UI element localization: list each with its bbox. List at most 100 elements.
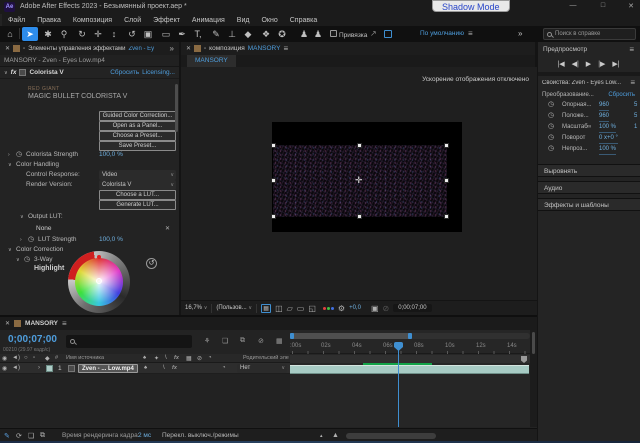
property-value-2[interactable]: 1 (634, 122, 640, 132)
menu-composition[interactable]: Композиция (67, 17, 118, 24)
snap-control[interactable]: Привязка (330, 30, 367, 39)
effects-presets-panel-header[interactable]: Эффекты и шаблоны (537, 198, 640, 211)
panel-close-icon[interactable]: ✕ (5, 45, 10, 52)
timeline-hscroll-thumb[interactable] (346, 433, 436, 439)
zoom-out-mountain-icon[interactable]: ▴ (320, 433, 323, 439)
region-of-interest-icon[interactable]: ▱ (287, 304, 293, 313)
show-snapshot-icon[interactable]: ⊘ (383, 304, 390, 313)
guides-icon[interactable]: ◱ (308, 304, 316, 313)
effect-licensing-link[interactable]: Licensing... (142, 69, 175, 76)
panel-lock-icon[interactable]: ▫ (23, 46, 25, 52)
workspace-overflow-icon[interactable]: » (518, 29, 522, 38)
parent-column-header[interactable]: Родительский элемент ... (243, 355, 289, 361)
grid-options-icon[interactable]: ▦ (261, 304, 271, 313)
selection-handle[interactable] (444, 143, 449, 148)
work-area-start-handle[interactable] (290, 333, 294, 339)
stopwatch-icon[interactable]: ◷ (16, 150, 22, 160)
property-value[interactable]: 0 x+0 ° (599, 133, 618, 144)
panel-close-icon[interactable]: ✕ (186, 45, 191, 52)
solo-column-icon[interactable]: ○ (24, 355, 28, 361)
render-version-dropdown[interactable]: Colorista V∨ (99, 180, 176, 190)
audio-panel-header[interactable]: Аудио (537, 181, 640, 194)
comp-marker-pendant-icon[interactable] (521, 356, 527, 363)
choose-preset-button[interactable]: Choose a Preset... (99, 131, 176, 141)
shy-switch-icon[interactable]: ♠ (143, 355, 146, 361)
orbit-tool-icon[interactable]: ↻ (74, 27, 90, 41)
menu-animation[interactable]: Анимация (186, 17, 231, 24)
source-name-column-header[interactable]: Имя источника (66, 355, 104, 361)
layer-shy-icon[interactable]: ♠ (144, 365, 147, 371)
status-pen-icon[interactable]: ✎ (4, 432, 10, 440)
adjustment-switch-icon[interactable]: ▦ (186, 355, 192, 362)
pen-tool-icon[interactable]: ✒ (174, 27, 190, 41)
property-value[interactable]: 100 % (599, 122, 616, 133)
transparency-grid-icon[interactable]: ▭ (297, 304, 305, 313)
tab-mansory[interactable]: MANSORY (187, 55, 236, 67)
rotate-tool-icon[interactable]: ↺ (124, 27, 140, 41)
first-frame-button[interactable]: |◀ (557, 60, 564, 68)
graph-editor-icon[interactable]: ▦ (276, 337, 283, 345)
clear-lut-icon[interactable]: ✕ (165, 224, 170, 234)
panel-overflow-icon[interactable]: » (170, 44, 174, 53)
playhead-line[interactable] (398, 350, 399, 427)
property-value[interactable]: 960 (599, 100, 609, 111)
tab-close-icon[interactable]: ✕ (5, 320, 10, 327)
lock-column-icon[interactable]: ▫ (33, 355, 35, 361)
slant-switch-icon[interactable]: \ (165, 355, 167, 361)
align-panel-header[interactable]: Выровнять (537, 164, 640, 177)
maximize-button[interactable]: □ (596, 2, 610, 9)
frame-blending-icon[interactable]: ⧉ (240, 337, 245, 345)
timeline-tab[interactable]: MANSORY (25, 320, 58, 327)
property-value[interactable]: 100 % (599, 144, 616, 155)
layer-expand-icon[interactable]: › (38, 365, 40, 371)
property-value-2[interactable]: 5 (634, 100, 640, 110)
transform-reset-link[interactable]: Сбросить (608, 92, 635, 98)
work-area-segment[interactable] (290, 333, 412, 339)
wheel-hue-marker[interactable] (97, 255, 101, 259)
generate-lut-button[interactable]: Generate LUT... (99, 200, 176, 210)
effect-reset-link[interactable]: Сбросить (110, 69, 139, 76)
marker-bar[interactable] (290, 355, 530, 363)
param-value[interactable]: 100,0 % (99, 235, 123, 245)
draft-3d-icon[interactable]: ❏ (222, 337, 228, 345)
stopwatch-icon[interactable]: ◷ (548, 144, 554, 154)
workspace-menu-icon[interactable]: ≡ (468, 29, 473, 38)
menu-help[interactable]: Справка (284, 17, 323, 24)
panel-title-link[interactable]: Zven - Ey (128, 46, 166, 52)
highlight-color-wheel[interactable] (68, 251, 130, 313)
choose-lut-button[interactable]: Choose a LUT... (99, 190, 176, 200)
selection-handle[interactable] (271, 178, 276, 183)
panel-title-link[interactable]: MANSORY (248, 45, 281, 52)
expand-icon[interactable]: › (20, 235, 22, 245)
selection-handle[interactable] (271, 214, 276, 219)
layer-fx-icon[interactable]: fx (172, 365, 177, 371)
puppet-pin-tool-icon[interactable]: ✪ (274, 27, 290, 41)
zoom-level-dropdown[interactable]: 16,7% ∨ (185, 305, 207, 311)
menu-window[interactable]: Окно (255, 17, 283, 24)
layer-duration-bar[interactable] (290, 365, 529, 374)
param-value[interactable]: 100,0 % (99, 150, 123, 160)
composition-flowchart-icon[interactable]: ⚘ (204, 337, 210, 345)
stopwatch-icon[interactable]: ◷ (548, 111, 554, 121)
minimize-button[interactable]: — (566, 2, 580, 9)
menu-edit[interactable]: Правка (31, 17, 67, 24)
exposure-value[interactable]: +0,0 (349, 305, 361, 311)
collapse-icon[interactable]: ∨ (8, 245, 12, 255)
channel-icon[interactable] (323, 307, 334, 310)
work-area-track[interactable] (290, 333, 530, 339)
layer-slant-icon[interactable]: \ (163, 365, 165, 371)
eraser-tool-icon[interactable]: ◆ (240, 27, 256, 41)
snap-checkbox[interactable] (330, 30, 337, 37)
transform-group-row[interactable]: Преобразование... Сбросить (537, 89, 640, 100)
properties-menu-icon[interactable]: ≡ (630, 78, 635, 87)
effect-name[interactable]: Colorista V (29, 69, 107, 76)
previous-frame-button[interactable]: ◀| (572, 60, 579, 68)
anchor-point-icon[interactable]: ✛ (355, 175, 363, 186)
next-frame-button[interactable]: |▶ (598, 60, 605, 68)
stopwatch-icon[interactable]: ◷ (548, 133, 554, 143)
selection-handle[interactable] (357, 143, 362, 148)
collapse-effect-icon[interactable]: ∨ (4, 70, 8, 76)
time-ruler[interactable]: :00s 02s 04s 06s 08s 10s 12s 14s (290, 341, 530, 354)
expand-icon[interactable]: › (8, 150, 10, 160)
collapse-icon[interactable]: ∨ (16, 255, 20, 265)
